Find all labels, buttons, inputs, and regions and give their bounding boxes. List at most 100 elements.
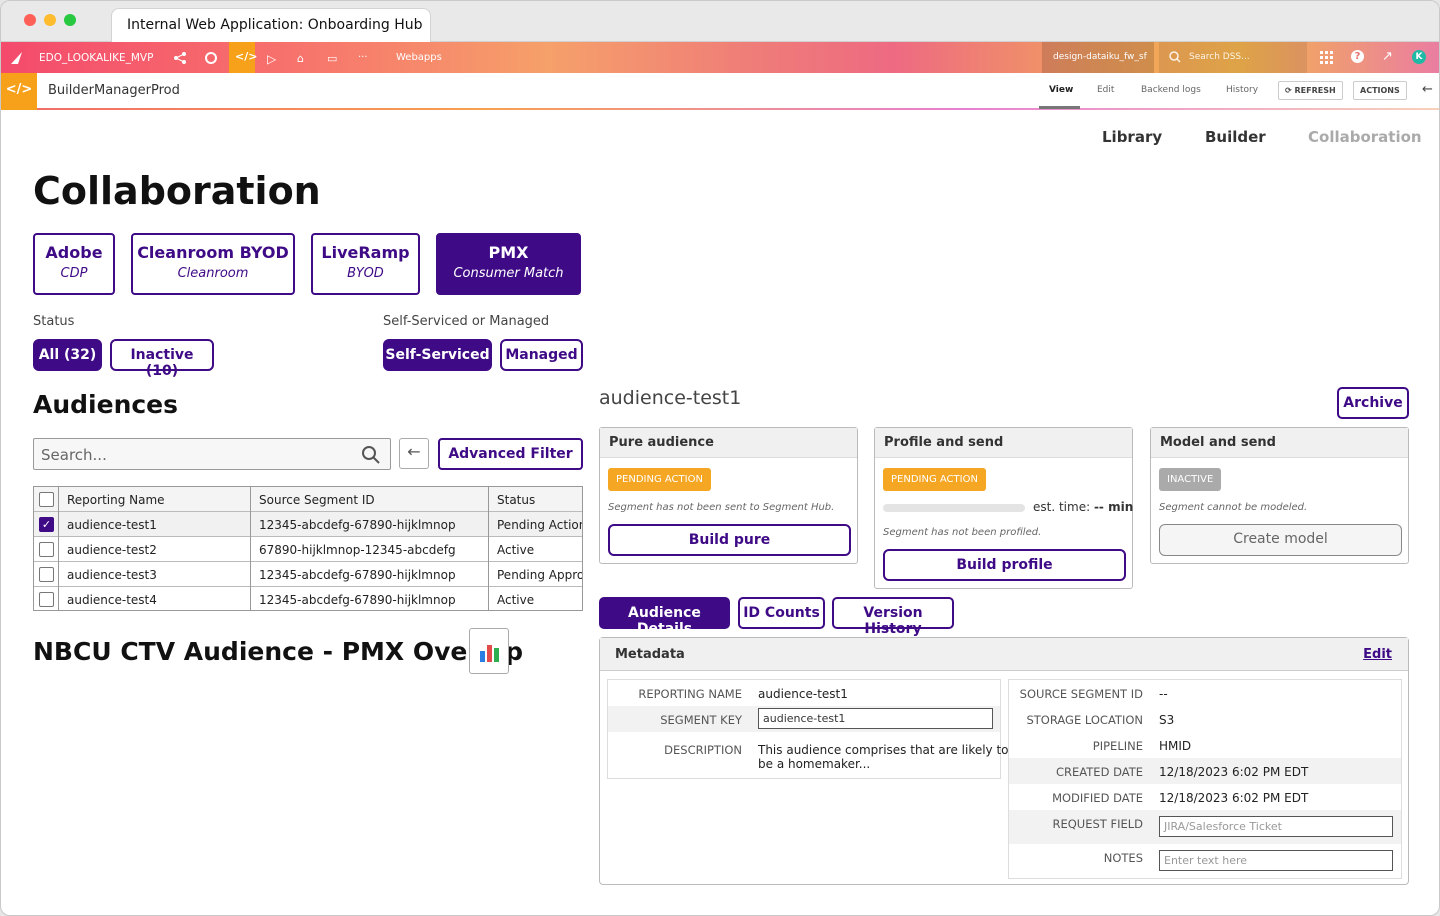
estimated-time-value: -- min	[1093, 500, 1134, 514]
page-title: Collaboration	[33, 169, 321, 213]
card-note: Segment has not been profiled.	[883, 527, 1042, 538]
close-window-button[interactable]	[24, 14, 36, 26]
audience-search-input[interactable]: Search...	[33, 438, 391, 470]
project-name[interactable]: EDO_LOOKALIKE_MVP	[39, 52, 153, 64]
refresh-icon: ⟳	[1285, 86, 1295, 95]
cell-reporting-name: audience-test2	[58, 537, 250, 562]
notes-input[interactable]: Enter text here	[1159, 850, 1393, 871]
metadata-row: REQUEST FIELD JIRA/Salesforce Ticket	[1009, 810, 1401, 844]
column-header-status[interactable]: Status	[488, 487, 582, 512]
back-arrow-button[interactable]: ←	[399, 438, 429, 469]
row-checkbox[interactable]	[39, 592, 54, 607]
scenario-icon[interactable]: ⌂	[297, 52, 304, 65]
field-label: REQUEST FIELD	[1052, 817, 1143, 831]
cell-segment-id: 12345-abcdefg-67890-hijklmnop	[250, 562, 488, 587]
advanced-filter-button[interactable]: Advanced Filter	[438, 438, 583, 470]
webapps-menu-tab[interactable]: </>	[229, 42, 257, 73]
card-note: Segment has not been sent to Segment Hub…	[608, 502, 835, 513]
self-serviced-chip[interactable]: Self-Serviced	[383, 339, 492, 371]
nav-collaboration[interactable]: Collaboration	[1308, 128, 1422, 146]
overlap-title: NBCU CTV Audience - PMX Overlap	[33, 637, 524, 666]
browser-tab[interactable]: Internal Web Application: Onboarding Hub	[111, 8, 431, 42]
minimize-window-button[interactable]	[44, 14, 56, 26]
tab-audience-details[interactable]: Audience Details	[599, 597, 730, 637]
metadata-edit-link[interactable]: Edit	[1363, 647, 1392, 662]
field-label: STORAGE LOCATION	[1026, 713, 1143, 727]
table-row[interactable]: audience-test4 12345-abcdefg-67890-hijkl…	[34, 587, 582, 610]
field-value: HMID	[1159, 739, 1192, 753]
help-icon[interactable]: ?	[1351, 50, 1364, 63]
nav-library[interactable]: Library	[1102, 128, 1162, 146]
pure-audience-card: Pure audience PENDING ACTION Segment has…	[599, 427, 858, 564]
field-value: --	[1159, 687, 1168, 701]
more-icon[interactable]: ···	[358, 52, 368, 63]
request-field-input[interactable]: JIRA/Salesforce Ticket	[1159, 816, 1393, 837]
partner-pmx[interactable]: PMX Consumer Match	[436, 233, 581, 295]
user-avatar[interactable]: K	[1412, 50, 1426, 64]
metadata-row: MODIFIED DATE 12/18/2023 6:02 PM EDT	[1009, 784, 1401, 810]
metadata-row: SEGMENT KEY audience-test1	[608, 706, 1000, 732]
table-row[interactable]: audience-test3 12345-abcdefg-67890-hijkl…	[34, 562, 582, 587]
row-checkbox[interactable]	[39, 567, 54, 582]
webapp-name[interactable]: BuilderManagerProd	[48, 83, 180, 98]
progress-bar	[883, 504, 1025, 512]
search-icon[interactable]	[361, 445, 381, 465]
create-model-button[interactable]: Create model	[1159, 524, 1402, 556]
column-header-source-segment-id[interactable]: Source Segment ID	[250, 487, 488, 512]
dataiku-bird-icon[interactable]	[9, 50, 25, 66]
archive-button[interactable]: Archive	[1337, 387, 1409, 419]
tab-edit[interactable]: Edit	[1097, 85, 1114, 95]
flow-icon[interactable]	[173, 51, 187, 65]
apps-grid-icon[interactable]	[1320, 51, 1333, 64]
breadcrumb-webapps[interactable]: Webapps	[396, 52, 442, 63]
webapp-code-icon: </>	[1, 73, 37, 110]
partner-adobe[interactable]: Adobe CDP	[33, 233, 115, 295]
refresh-button[interactable]: ⟳ REFRESH	[1278, 81, 1343, 100]
field-value: S3	[1159, 713, 1175, 727]
tab-history[interactable]: History	[1226, 85, 1258, 95]
metadata-right-panel: SOURCE SEGMENT ID -- STORAGE LOCATION S3…	[1008, 679, 1402, 879]
refresh-label: REFRESH	[1294, 86, 1336, 95]
card-note: Segment cannot be modeled.	[1159, 502, 1308, 513]
dashboard-icon[interactable]: ▭	[327, 52, 337, 65]
field-value: 12/18/2023 6:02 PM EDT	[1159, 791, 1309, 805]
table-row[interactable]: audience-test2 67890-hijklmnop-12345-abc…	[34, 537, 582, 562]
segment-key-input[interactable]: audience-test1	[758, 708, 993, 729]
tab-view[interactable]: View	[1049, 85, 1073, 95]
nav-builder[interactable]: Builder	[1205, 128, 1266, 146]
column-header-reporting-name[interactable]: Reporting Name	[58, 487, 250, 512]
recipes-icon[interactable]	[204, 51, 218, 65]
tab-id-counts[interactable]: ID Counts	[738, 597, 825, 629]
metadata-row: STORAGE LOCATION S3	[1009, 706, 1401, 732]
field-value-continued: be a homemaker...	[758, 757, 871, 771]
zoom-window-button[interactable]	[64, 14, 76, 26]
partner-liveramp[interactable]: LiveRamp BYOD	[311, 233, 420, 295]
row-checkbox-checked[interactable]: ✓	[39, 517, 54, 532]
field-label: NOTES	[1103, 851, 1143, 865]
status-badge: PENDING ACTION	[608, 468, 711, 491]
tab-version-history[interactable]: Version History	[832, 597, 954, 637]
dss-search[interactable]: Search DSS...	[1159, 42, 1307, 73]
table-row[interactable]: ✓ audience-test1 12345-abcdefg-67890-hij…	[34, 512, 582, 537]
field-label: SOURCE SEGMENT ID	[1019, 687, 1143, 701]
status-all-chip[interactable]: All (32)	[33, 339, 102, 371]
managed-chip[interactable]: Managed	[500, 339, 583, 371]
trend-icon[interactable]: ↗	[1382, 49, 1393, 64]
card-title: Pure audience	[600, 428, 857, 458]
partner-cleanroom-byod[interactable]: Cleanroom BYOD Cleanroom	[131, 233, 295, 295]
run-icon[interactable]: ▷	[267, 52, 276, 66]
chart-button[interactable]	[469, 628, 509, 674]
build-pure-button[interactable]: Build pure	[608, 524, 851, 556]
actions-button[interactable]: ACTIONS	[1353, 81, 1407, 100]
status-inactive-chip[interactable]: Inactive (10)	[110, 339, 214, 379]
select-all-checkbox[interactable]	[39, 492, 54, 507]
instance-name[interactable]: design-dataiku_fw_sf	[1042, 42, 1154, 73]
collapse-arrow-icon[interactable]: ←	[1422, 82, 1433, 97]
browser-window: Internal Web Application: Onboarding Hub…	[0, 0, 1440, 916]
partner-type: CDP	[60, 266, 88, 281]
row-checkbox[interactable]	[39, 542, 54, 557]
build-profile-button[interactable]: Build profile	[883, 549, 1126, 581]
cell-status: Active	[488, 537, 582, 562]
tab-backend-logs[interactable]: Backend logs	[1141, 85, 1201, 95]
model-and-send-card: Model and send INACTIVE Segment cannot b…	[1150, 427, 1409, 564]
